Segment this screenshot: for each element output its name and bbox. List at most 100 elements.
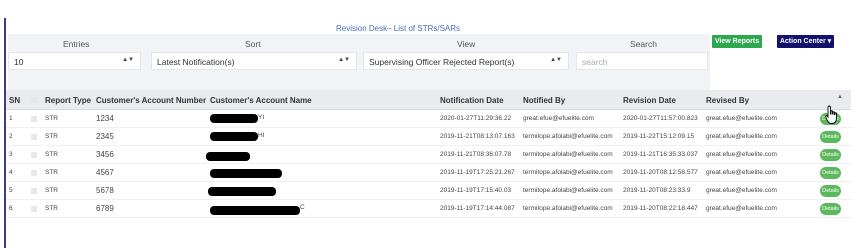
filter-bar: Entries Sort View Search 10 ▲▼ Latest No… — [8, 34, 710, 90]
row-checkbox[interactable] — [31, 152, 37, 158]
row-revised-by: great.efue@efuelite.com — [706, 115, 777, 122]
details-button[interactable]: Details — [820, 203, 841, 215]
redacted-name — [210, 206, 300, 215]
top-bar — [0, 0, 855, 18]
row-checkbox[interactable] — [31, 206, 37, 212]
details-button[interactable]: Details — [820, 185, 841, 197]
row-notification-date: 2020-01-27T11:29:36.22 — [440, 115, 512, 122]
header-revised-by: Revised By — [706, 96, 750, 105]
select-all-checkbox[interactable] — [31, 97, 37, 103]
table-header: SN Report Type Customer's Account Number… — [6, 90, 851, 110]
row-revision-date: 2020-01-27T11:57:00.823 — [623, 115, 698, 122]
row-notified-by: termitope.afolabi@efuelite.com — [523, 205, 613, 212]
row-notified-by: termitope.afolabi@efuelite.com — [523, 133, 613, 140]
sort-value: Latest Notification(s) — [157, 57, 235, 67]
sort-select[interactable]: Latest Notification(s) ▲▼ — [151, 52, 357, 70]
row-account-name: YI — [258, 114, 265, 121]
row-report-type: STR — [45, 115, 58, 122]
row-report-type: STR — [45, 151, 58, 158]
scroll-up-icon[interactable]: ▲ — [837, 94, 843, 100]
row-notified-by: termitope.afolabi@efuelite.com — [523, 151, 613, 158]
row-notification-date: 2019-11-19T17:25:21.267 — [440, 169, 515, 176]
row-report-type: STR — [45, 169, 58, 176]
row-revision-date: 2019-11-21T16:35:33.037 — [623, 151, 698, 158]
row-checkbox[interactable] — [31, 116, 37, 122]
hand-cursor-icon — [825, 105, 837, 124]
header-account-number: Customer's Account Number — [96, 96, 207, 105]
table-row: 1 STR 1234 YI 2020-01-27T11:29:36.22 gre… — [6, 110, 851, 128]
updown-arrow-icon: ▲▼ — [338, 57, 350, 63]
table-row: 5 STR 5678 2019-11-19T17:15:40.03 termit… — [6, 182, 851, 200]
row-revised-by: great.efue@efuelite.com — [706, 133, 777, 140]
row-revision-date: 2019-11-22T15:12:09.15 — [623, 133, 695, 140]
row-report-type: STR — [45, 205, 58, 212]
row-sn: 6 — [9, 205, 13, 212]
sort-label: Sort — [245, 39, 261, 49]
row-revised-by: great.efue@efuelite.com — [706, 205, 777, 212]
row-account-number: 4567 — [96, 168, 114, 177]
header-notification-date: Notification Date — [440, 96, 504, 105]
revision-desk-panel: Revision Desk– List of STRs/SARs Entries… — [4, 18, 851, 248]
updown-arrow-icon: ▲▼ — [550, 57, 562, 63]
search-label: Search — [630, 39, 657, 49]
row-notified-by: great.efue@efuelite.com — [523, 115, 594, 122]
entries-label: Entries — [63, 39, 90, 49]
row-account-number: 5678 — [96, 186, 114, 195]
row-notification-date: 2019-11-21T08:36:07.78 — [440, 151, 512, 158]
search-input[interactable]: search — [576, 52, 708, 70]
row-revised-by: great.efue@efuelite.com — [706, 151, 777, 158]
row-sn: 3 — [9, 151, 13, 158]
details-button[interactable]: Details — [820, 167, 841, 179]
row-account-number: 6789 — [96, 204, 114, 213]
row-account-name: C — [300, 204, 305, 211]
row-revised-by: great.efue@efuelite.com — [706, 187, 777, 194]
header-account-name: Customer's Account Name — [210, 96, 312, 105]
table-row: 6 STR 6789 C 2019-11-19T17:14:44.087 ter… — [6, 200, 851, 218]
view-label: View — [457, 39, 476, 49]
row-account-number: 3456 — [96, 150, 114, 159]
page-title: Revision Desk– List of STRs/SARs — [336, 24, 461, 33]
redacted-name — [206, 152, 250, 161]
table-row: 3 STR 3456 2019-11-21T08:36:07.78 termit… — [6, 146, 851, 164]
redacted-name — [210, 132, 258, 141]
view-select[interactable]: Supervising Officer Rejected Report(s) ▲… — [363, 52, 569, 70]
search-placeholder: search — [582, 57, 608, 67]
header-sn: SN — [9, 96, 21, 105]
redacted-name — [208, 187, 276, 196]
redacted-name — [210, 114, 258, 123]
header-notified-by: Notified By — [523, 96, 566, 105]
header-revision-date: Revision Date — [623, 96, 676, 105]
row-checkbox[interactable] — [31, 170, 37, 176]
row-account-number: 2345 — [96, 132, 114, 141]
row-notification-date: 2019-11-19T17:15:40.03 — [440, 187, 512, 194]
row-revision-date: 2019-11-20T08:23:33.9 — [623, 187, 691, 194]
table-row: 4 STR 4567 2019-11-19T17:25:21.267 termi… — [6, 164, 851, 182]
row-revision-date: 2019-11-20T08:22:18.447 — [623, 205, 698, 212]
row-notification-date: 2019-11-21T08:13:07.163 — [440, 133, 515, 140]
row-account-number: 1234 — [96, 114, 114, 123]
row-account-name: HI — [258, 132, 265, 139]
row-sn: 1 — [9, 115, 13, 122]
row-revised-by: great.efue@efuelite.com — [706, 169, 777, 176]
reports-table: SN Report Type Customer's Account Number… — [6, 90, 851, 248]
entries-select[interactable]: 10 ▲▼ — [8, 52, 141, 70]
view-value: Supervising Officer Rejected Report(s) — [369, 57, 515, 67]
row-report-type: STR — [45, 133, 58, 140]
action-center-button[interactable]: Action Center ▾ — [777, 35, 834, 48]
row-report-type: STR — [45, 187, 58, 194]
view-reports-button[interactable]: View Reports — [712, 35, 762, 48]
row-notified-by: termitope.afolabi@efuelite.com — [523, 187, 613, 194]
row-sn: 2 — [9, 133, 13, 140]
entries-value: 10 — [14, 57, 24, 67]
row-notification-date: 2019-11-19T17:14:44.087 — [440, 205, 515, 212]
row-checkbox[interactable] — [31, 188, 37, 194]
table-row: 2 STR 2345 HI 2019-11-21T08:13:07.163 te… — [6, 128, 851, 146]
details-button[interactable]: Details — [820, 131, 841, 143]
row-checkbox[interactable] — [31, 134, 37, 140]
row-revision-date: 2019-11-20T08:12:58.577 — [623, 169, 698, 176]
details-button[interactable]: Details — [820, 149, 841, 161]
updown-arrow-icon: ▲▼ — [122, 57, 134, 63]
row-sn: 4 — [9, 169, 13, 176]
row-sn: 5 — [9, 187, 13, 194]
row-notified-by: termitope.afolabi@efuelite.com — [523, 169, 613, 176]
